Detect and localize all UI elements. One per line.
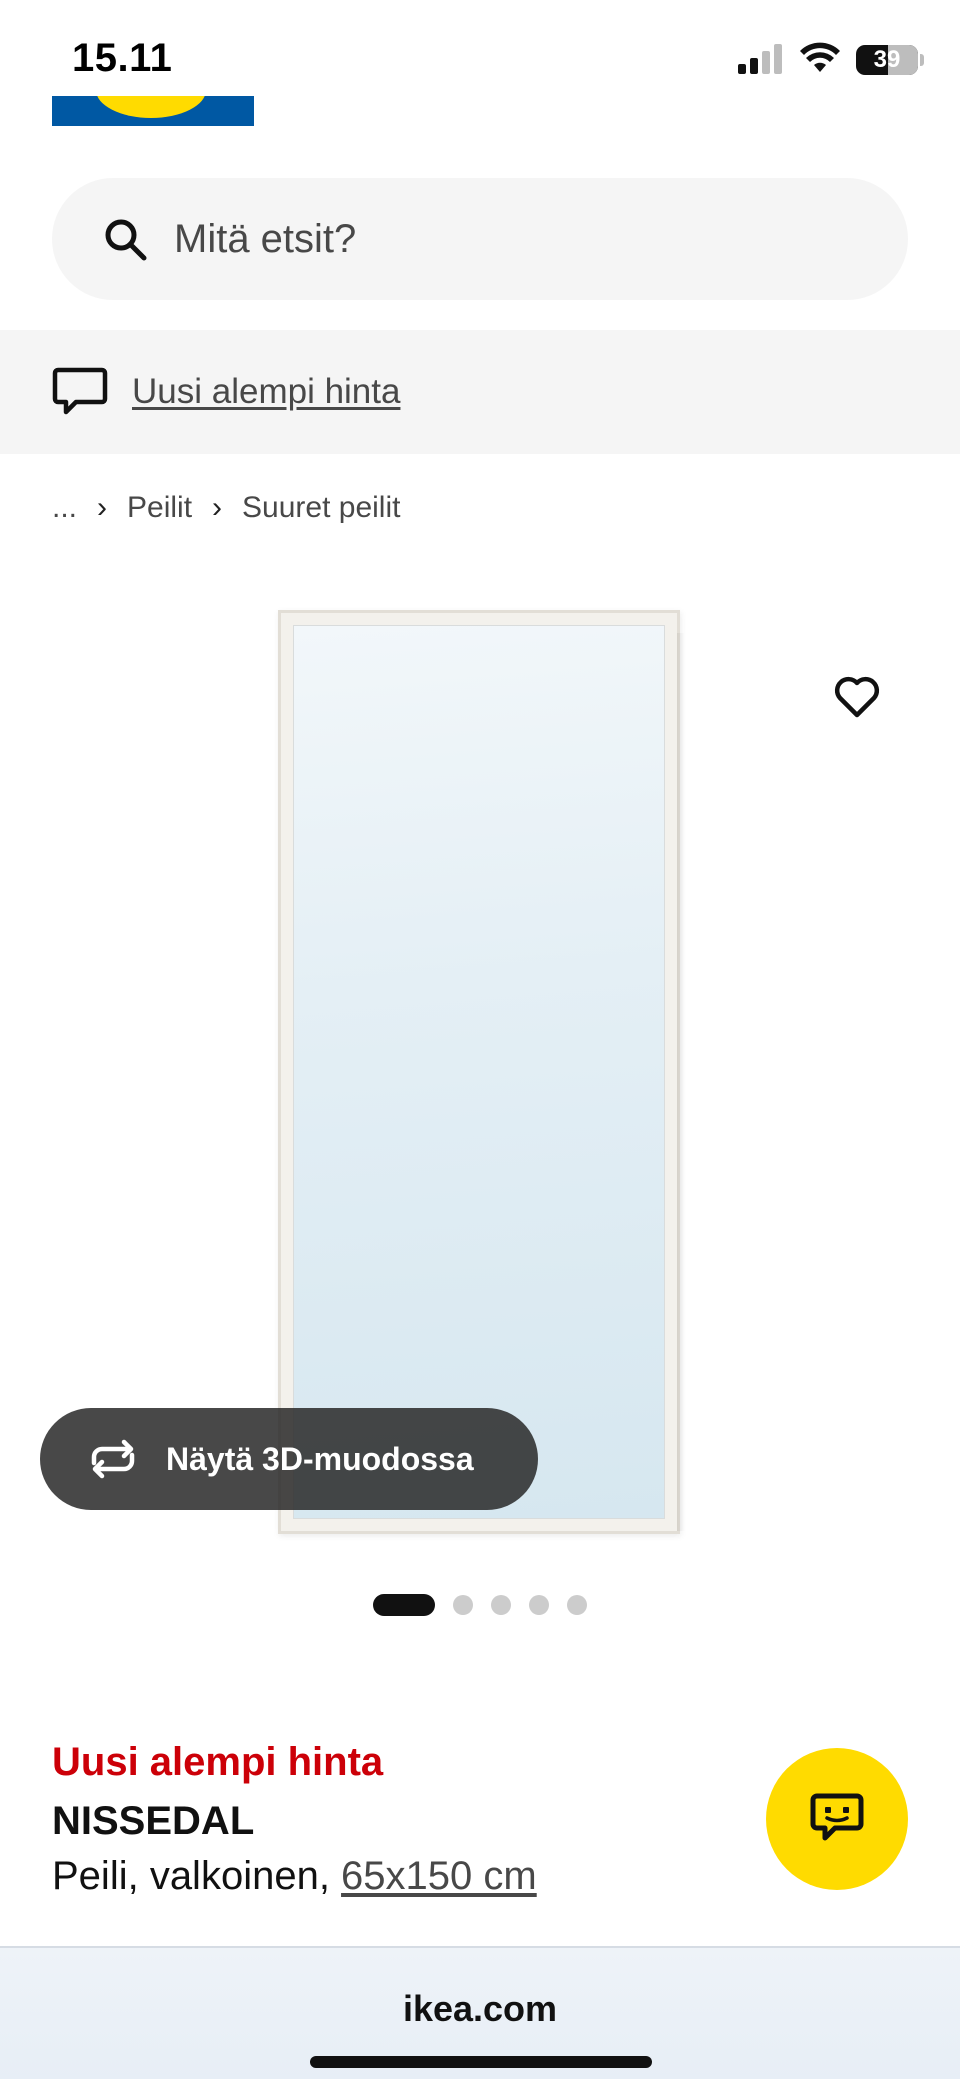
product-size-link[interactable]: 65x150 cm [341,1854,537,1898]
search-input[interactable]: Mitä etsit? [52,178,908,300]
status-time: 15.11 [72,36,173,80]
product-gallery[interactable]: Näytä 3D-muodossa [0,560,960,1560]
breadcrumb-item-more[interactable]: ... [52,491,77,525]
favorite-button[interactable] [822,664,892,734]
price-badge: Uusi alempi hinta [52,1740,384,1784]
battery-level: 39 [873,46,901,73]
heart-icon [833,675,881,724]
speech-bubble-icon [52,366,108,418]
carousel-dot-5[interactable] [567,1595,587,1615]
view-3d-button[interactable]: Näytä 3D-muodossa [40,1408,538,1510]
ikea-logo[interactable] [52,96,254,126]
carousel-dot-3[interactable] [491,1595,511,1615]
product-description: Peili, valkoinen, 65x150 cm [52,1850,752,1902]
carousel-dot-2[interactable] [453,1595,473,1615]
breadcrumb-item-suuret-peilit[interactable]: Suuret peilit [242,491,400,525]
signal-icon [738,42,784,79]
chevron-right-icon: › [212,491,223,524]
search-placeholder: Mitä etsit? [174,216,357,261]
product-info: Uusi alempi hinta NISSEDAL Peili, valkoi… [52,1736,752,1902]
product-type: Peili, valkoinen, [52,1854,342,1898]
product-image[interactable] [278,610,685,1534]
wifi-icon [800,42,840,79]
chevron-right-icon: › [97,491,108,524]
battery-icon: 39 [856,45,924,75]
rotate-3d-icon [86,1439,140,1479]
home-indicator[interactable] [310,2056,652,2068]
status-bar: 15.11 39 [0,0,960,110]
breadcrumb: ... › Peilit › Suuret peilit [52,486,400,530]
carousel-indicator [0,1593,960,1617]
product-name: NISSEDAL [52,1799,255,1843]
status-icons: 39 [738,40,924,80]
browser-address-bar[interactable]: ikea.com [0,1946,960,2079]
chat-button[interactable] [766,1748,908,1890]
view-3d-label: Näytä 3D-muodossa [166,1440,474,1477]
search-icon [102,216,148,262]
promo-banner: Uusi alempi hinta [0,330,960,454]
breadcrumb-item-peilit[interactable]: Peilit [127,491,192,525]
browser-url[interactable]: ikea.com [0,1988,960,2030]
chat-bot-icon [809,1792,865,1847]
carousel-dot-1[interactable] [373,1594,435,1616]
carousel-dot-4[interactable] [529,1595,549,1615]
promo-link[interactable]: Uusi alempi hinta [132,372,400,412]
